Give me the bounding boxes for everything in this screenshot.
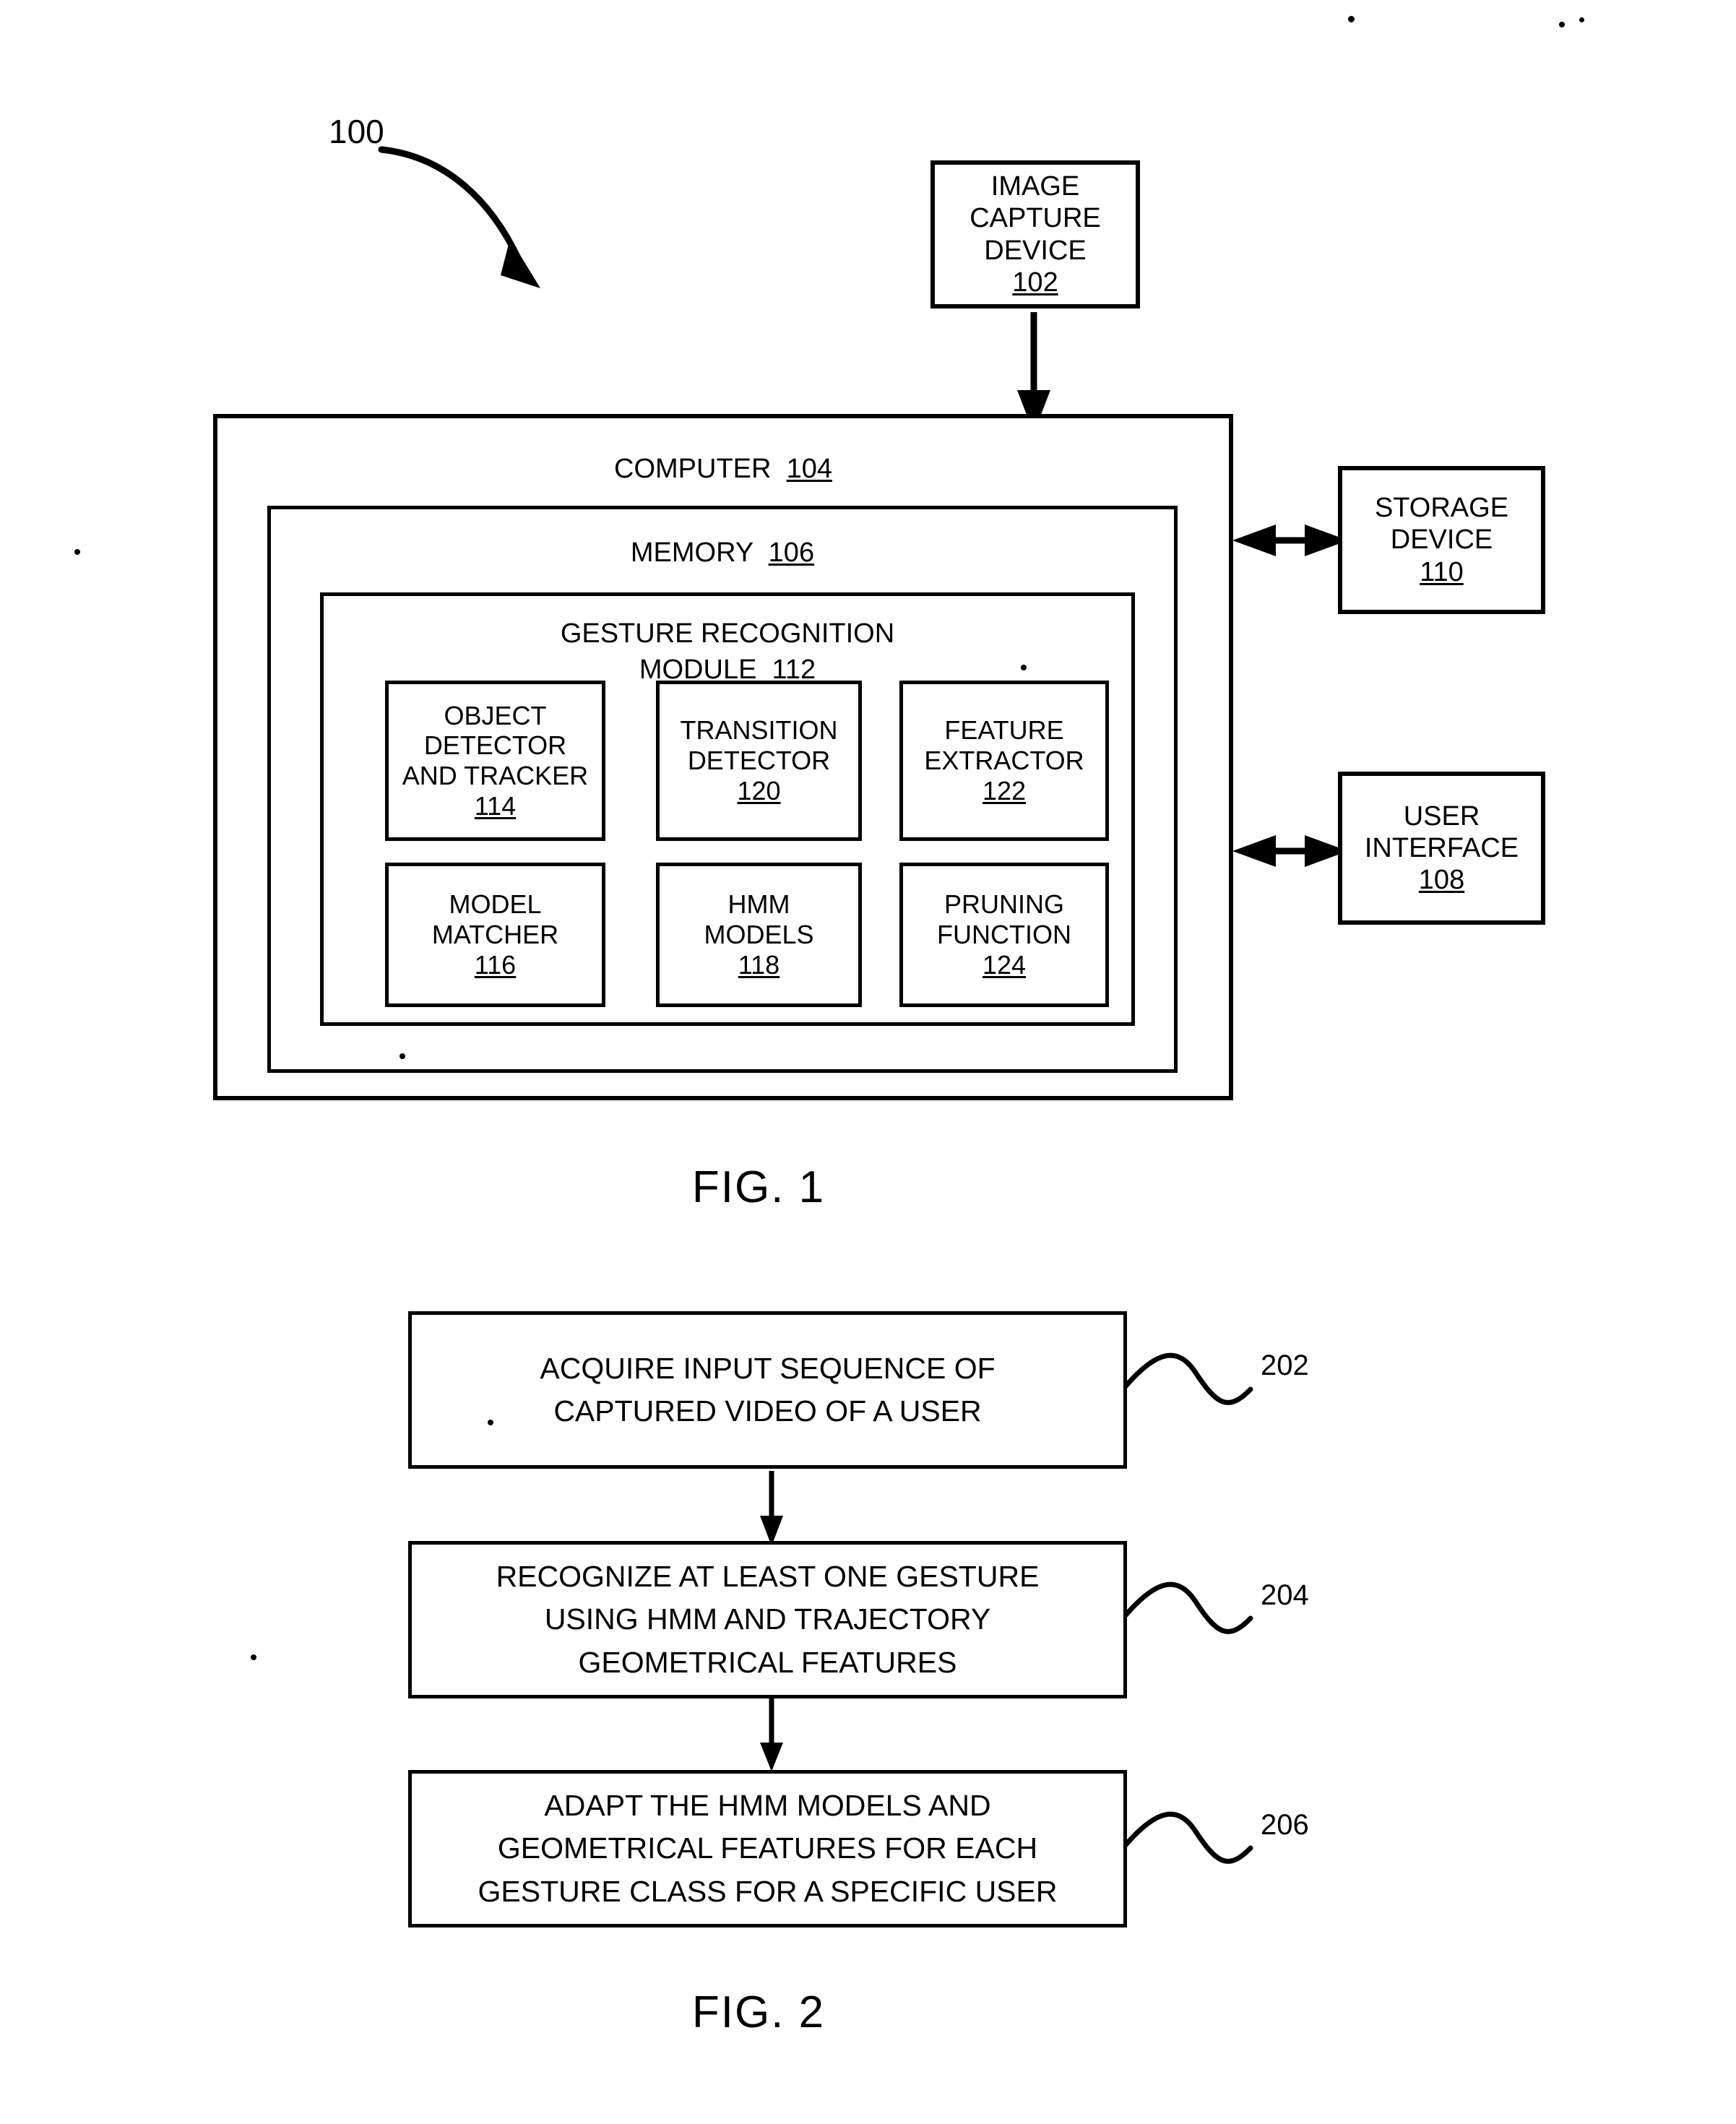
module-114-line-3: AND TRACKER <box>402 761 589 790</box>
user-interface-line-2: INTERFACE <box>1364 832 1519 863</box>
pruning-function-box[interactable]: PRUNING FUNCTION 124 <box>899 863 1109 1007</box>
module-122-ref: 122 <box>982 775 1027 806</box>
module-114-line-1: OBJECT <box>444 700 547 730</box>
storage-device-ref: 110 <box>1420 556 1464 587</box>
module-116-ref: 116 <box>474 949 517 980</box>
module-116-line-2: MATCHER <box>431 920 559 950</box>
flow-step-206-line-1: ADAPT THE HMM MODELS AND <box>544 1788 991 1822</box>
image-capture-device-line-3: DEVICE <box>984 235 1087 266</box>
image-capture-device-box[interactable]: IMAGE CAPTURE DEVICE 102 <box>930 160 1140 308</box>
flow-arrow-204-206 <box>760 1698 783 1771</box>
computer-title-row: COMPUTER 104 <box>217 453 1229 485</box>
module-122-line-1: FEATURE <box>944 715 1064 746</box>
storage-device-line-2: DEVICE <box>1390 524 1493 556</box>
flow-step-202-line-1: ACQUIRE INPUT SEQUENCE OF <box>540 1351 996 1385</box>
flow-step-206-box[interactable]: ADAPT THE HMM MODELS AND GEOMETRICAL FEA… <box>408 1770 1127 1927</box>
gesture-recognition-title-line-1: GESTURE RECOGNITION <box>560 618 895 649</box>
ref-leader-206 <box>1122 1811 1253 1864</box>
flow-step-206-line-3: GESTURE CLASS FOR A SPECIFIC USER <box>478 1874 1058 1908</box>
module-120-line-2: DETECTOR <box>687 746 831 776</box>
flow-step-204-ref: 204 <box>1261 1579 1309 1611</box>
figure-2-caption: FIG. 2 <box>691 1987 826 2037</box>
scan-speck <box>1348 16 1355 22</box>
module-124-line-1: PRUNING <box>943 889 1064 920</box>
scan-speck <box>400 1053 405 1059</box>
scan-speck <box>1021 665 1027 670</box>
flow-step-202-ref: 202 <box>1261 1350 1309 1381</box>
flow-step-202-line-2: CAPTURED VIDEO OF A USER <box>553 1394 982 1428</box>
flow-step-202-box[interactable]: ACQUIRE INPUT SEQUENCE OF CAPTURED VIDEO… <box>408 1311 1127 1469</box>
storage-device-box[interactable]: STORAGE DEVICE 110 <box>1338 466 1545 614</box>
feature-extractor-box[interactable]: FEATURE EXTRACTOR 122 <box>899 681 1109 841</box>
user-interface-box[interactable]: USER INTERFACE 108 <box>1338 772 1545 925</box>
image-capture-device-ref: 102 <box>1012 267 1058 298</box>
module-116-line-1: MODEL <box>449 889 542 920</box>
scan-speck <box>488 1420 493 1425</box>
flow-step-204-box[interactable]: RECOGNIZE AT LEAST ONE GESTURE USING HMM… <box>408 1541 1127 1698</box>
module-118-ref: 118 <box>738 949 780 980</box>
module-120-line-1: TRANSITION <box>680 715 838 746</box>
figure-1-caption: FIG. 1 <box>691 1162 826 1212</box>
user-interface-line-1: USER <box>1403 800 1480 832</box>
memory-ref: 106 <box>768 538 815 568</box>
module-114-ref: 114 <box>474 790 517 821</box>
ref-leader-204 <box>1122 1581 1253 1634</box>
model-matcher-box[interactable]: MODEL MATCHER 116 <box>385 863 605 1007</box>
computer-storage-arrow <box>1232 524 1348 556</box>
image-capture-device-line-1: IMAGE <box>990 171 1080 202</box>
module-114-line-2: DETECTOR <box>423 730 567 761</box>
storage-device-line-1: STORAGE <box>1374 493 1509 524</box>
module-124-ref: 124 <box>982 949 1027 980</box>
computer-ref: 104 <box>786 454 832 484</box>
scan-speck <box>1559 22 1565 27</box>
module-122-line-2: EXTRACTOR <box>924 746 1084 776</box>
flow-step-204-line-3: GEOMETRICAL FEATURES <box>578 1645 957 1679</box>
module-124-line-2: FUNCTION <box>937 920 1071 950</box>
flow-arrow-202-204 <box>760 1471 783 1546</box>
flow-step-204-line-1: RECOGNIZE AT LEAST ONE GESTURE <box>496 1559 1040 1593</box>
system-ref-number: 100 <box>329 113 384 150</box>
image-capture-device-line-2: CAPTURE <box>970 203 1101 234</box>
ref-leader-202 <box>1122 1352 1253 1405</box>
scan-speck <box>74 549 80 555</box>
module-118-line-1: HMM <box>727 889 790 920</box>
flow-step-206-line-2: GEOMETRICAL FEATURES FOR EACH <box>497 1831 1038 1865</box>
hmm-models-box[interactable]: HMM MODELS 118 <box>656 863 862 1007</box>
flow-step-206-ref: 206 <box>1261 1809 1309 1841</box>
object-detector-and-tracker-box[interactable]: OBJECT DETECTOR AND TRACKER 114 <box>385 681 605 841</box>
memory-title-row: MEMORY 106 <box>271 537 1174 569</box>
computer-userinterface-arrow <box>1232 835 1348 867</box>
scan-speck <box>1579 17 1584 22</box>
memory-title: MEMORY <box>630 538 753 568</box>
transition-detector-box[interactable]: TRANSITION DETECTOR 120 <box>656 681 862 841</box>
module-118-line-2: MODELS <box>704 920 814 950</box>
computer-title: COMPUTER <box>614 454 772 484</box>
flow-step-204-line-2: USING HMM AND TRAJECTORY <box>544 1602 991 1636</box>
system-leader-arrow <box>378 146 540 288</box>
scan-speck <box>251 1654 256 1660</box>
user-interface-ref: 108 <box>1418 865 1465 896</box>
module-120-ref: 120 <box>737 775 781 806</box>
